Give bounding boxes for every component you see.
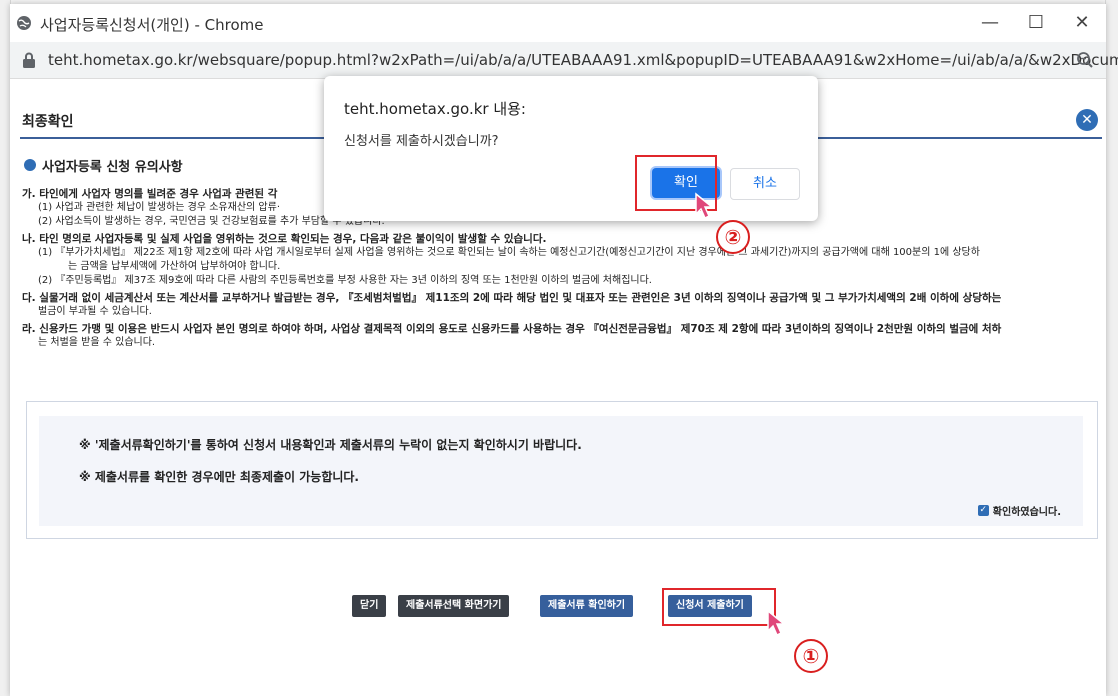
minimize-button[interactable]: —: [970, 10, 1010, 36]
cursor-icon-2: [695, 192, 715, 220]
note-line: 나. 타인 명의로 사업자등록 및 실제 사업을 영위하는 것으로 확인되는 경…: [22, 233, 547, 245]
checkbox-label: 확인하였습니다.: [992, 507, 1061, 518]
check-docs-button[interactable]: 제출서류 확인하기: [540, 595, 634, 617]
url-text[interactable]: teht.hometax.go.kr/websquare/popup.html?…: [48, 51, 1118, 69]
step-1-marker: ①: [794, 639, 828, 673]
bullet-icon: [24, 159, 36, 171]
close-button[interactable]: 닫기: [352, 595, 387, 617]
dialog-cancel-button[interactable]: 취소: [730, 168, 800, 200]
globe-icon: [17, 16, 31, 30]
submit-highlight: [662, 588, 776, 626]
note-line: (2) 『주민등록법』 제37조 제9호에 따라 다른 사람의 주민등록번호를 …: [38, 275, 652, 286]
lock-icon: [23, 52, 35, 68]
note-line: 는 처벌을 받을 수 있습니다.: [38, 337, 156, 348]
title-bar: 사업자등록신청서(개인) - Chrome — ☐ ✕: [10, 4, 1106, 42]
note-line: 다. 실물거래 없이 세금계산서 또는 계산서를 교부하거나 발급받는 경우, …: [22, 292, 1002, 304]
note-line: 라. 신용카드 가맹 및 이용은 반드시 사업자 본인 명의로 하여야 하며, …: [22, 323, 1002, 335]
cursor-icon: [767, 609, 787, 637]
window-close-button[interactable]: ✕: [1062, 10, 1102, 36]
confirm-checkbox-wrap[interactable]: ✓ 확인하였습니다.: [977, 503, 1061, 518]
confirm-line-1: ※ '제출서류확인하기'를 통하여 신청서 내용확인과 제출서류의 누락이 없는…: [79, 438, 582, 452]
close-icon[interactable]: ✕: [1076, 109, 1098, 131]
window-title: 사업자등록신청서(개인) - Chrome: [40, 16, 264, 34]
address-bar: teht.hometax.go.kr/websquare/popup.html?…: [10, 42, 1118, 79]
maximize-button[interactable]: ☐: [1016, 10, 1056, 36]
sub-title: 사업자등록 신청 유의사항: [42, 160, 183, 175]
select-docs-button[interactable]: 제출서류선택 화면가기: [398, 595, 510, 617]
step-2-marker: ②: [716, 220, 750, 254]
checkbox-checked-icon[interactable]: ✓: [977, 505, 989, 516]
dialog-message: 신청서를 제출하시겠습니까?: [344, 134, 499, 149]
note-line: 는 금액을 납부세액에 가산하여 납부하여야 합니다.: [68, 261, 281, 272]
note-line: (1) 『부가가치세법』 제22조 제1항 제2호에 따라 사업 개시일로부터 …: [38, 247, 980, 258]
background-right: [1105, 0, 1118, 696]
confirm-box: ※ '제출서류확인하기'를 통하여 신청서 내용확인과 제출서류의 누락이 없는…: [26, 401, 1098, 539]
popup-window: 사업자등록신청서(개인) - Chrome — ☐ ✕ teht.hometax…: [10, 4, 1118, 696]
note-line: 벌금이 부과될 수 있습니다.: [38, 306, 152, 317]
confirm-inner: ※ '제출서류확인하기'를 통하여 신청서 내용확인과 제출서류의 누락이 없는…: [39, 416, 1083, 526]
section-title: 최종확인: [22, 114, 74, 130]
dialog-title: teht.hometax.go.kr 내용:: [344, 100, 526, 118]
confirm-line-2: ※ 제출서류를 확인한 경우에만 최종제출이 가능합니다.: [79, 470, 359, 484]
confirm-dialog: teht.hometax.go.kr 내용: 신청서를 제출하시겠습니까? 확인…: [324, 76, 818, 221]
zoom-icon[interactable]: [1076, 51, 1094, 69]
